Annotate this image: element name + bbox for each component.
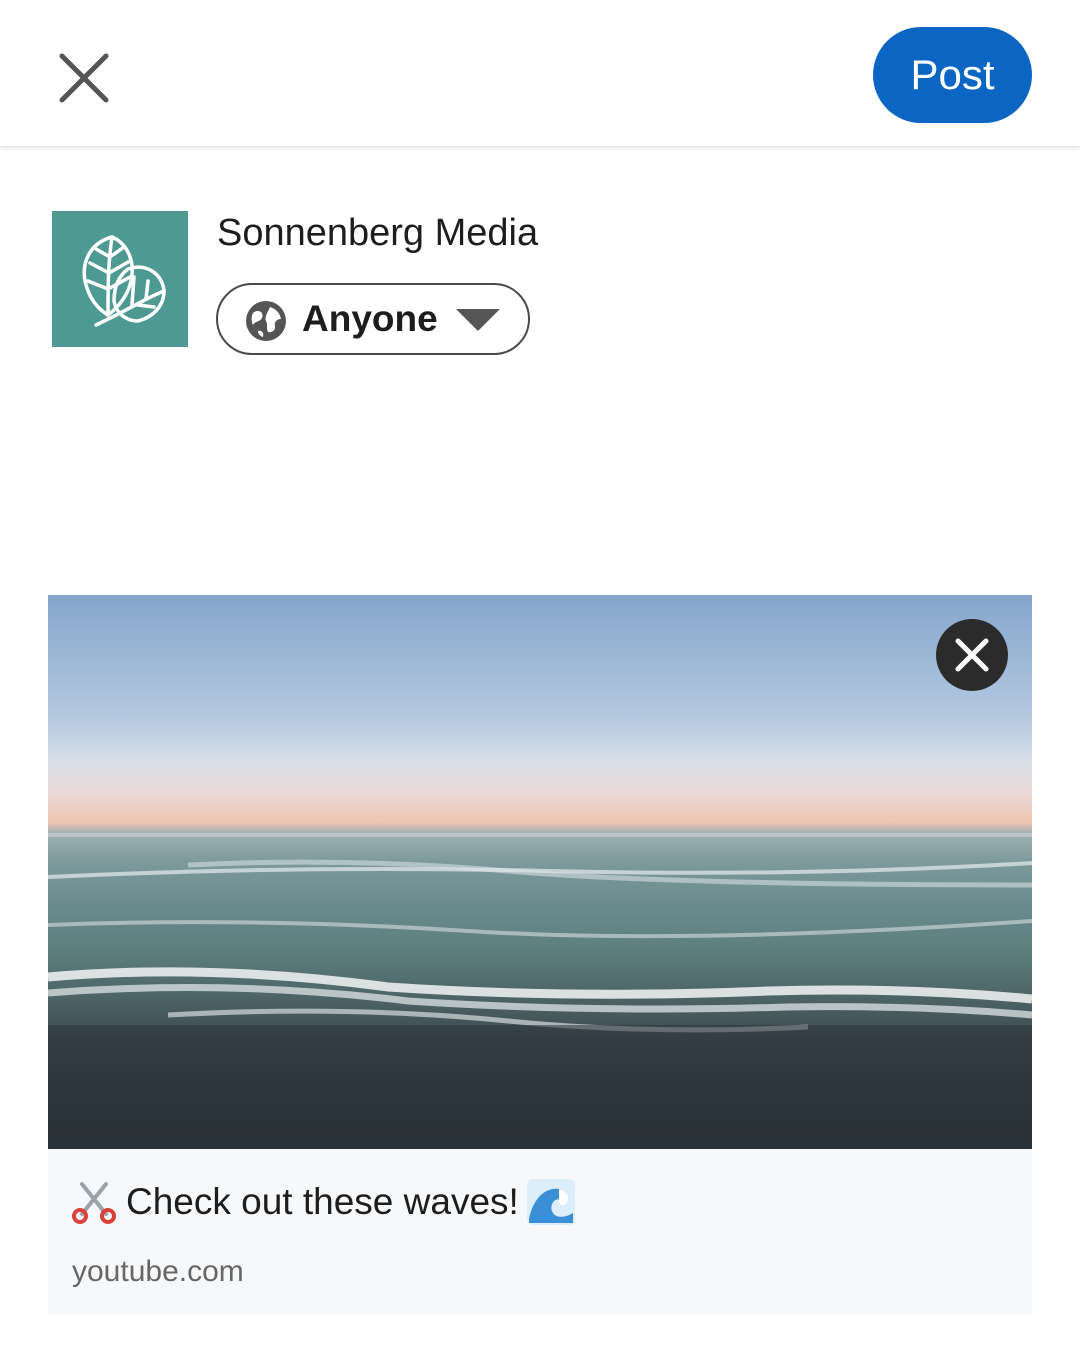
visibility-label: Anyone	[302, 298, 438, 339]
wave-icon	[526, 1179, 575, 1225]
close-circle-icon	[955, 638, 989, 672]
link-preview-image	[48, 595, 1032, 1149]
post-button[interactable]: Post	[873, 27, 1032, 123]
globe-icon	[246, 301, 286, 341]
close-icon	[59, 53, 109, 103]
author-name: Sonnenberg Media	[217, 212, 539, 254]
top-bar: Post	[0, 0, 1080, 147]
link-domain: youtube.com	[72, 1255, 244, 1288]
scissors-icon	[72, 1182, 116, 1224]
avatar	[52, 211, 188, 347]
remove-preview-button[interactable]	[936, 619, 1008, 691]
link-preview-card[interactable]: Check out these waves! youtube.com	[48, 1149, 1032, 1315]
link-title-row: Check out these waves!	[72, 1179, 575, 1225]
visibility-selector[interactable]: Anyone	[216, 283, 530, 355]
leaf-logo-icon	[82, 235, 166, 327]
link-title: Check out these waves!	[126, 1181, 519, 1222]
close-button[interactable]	[48, 42, 120, 114]
caret-down-icon	[456, 309, 500, 331]
